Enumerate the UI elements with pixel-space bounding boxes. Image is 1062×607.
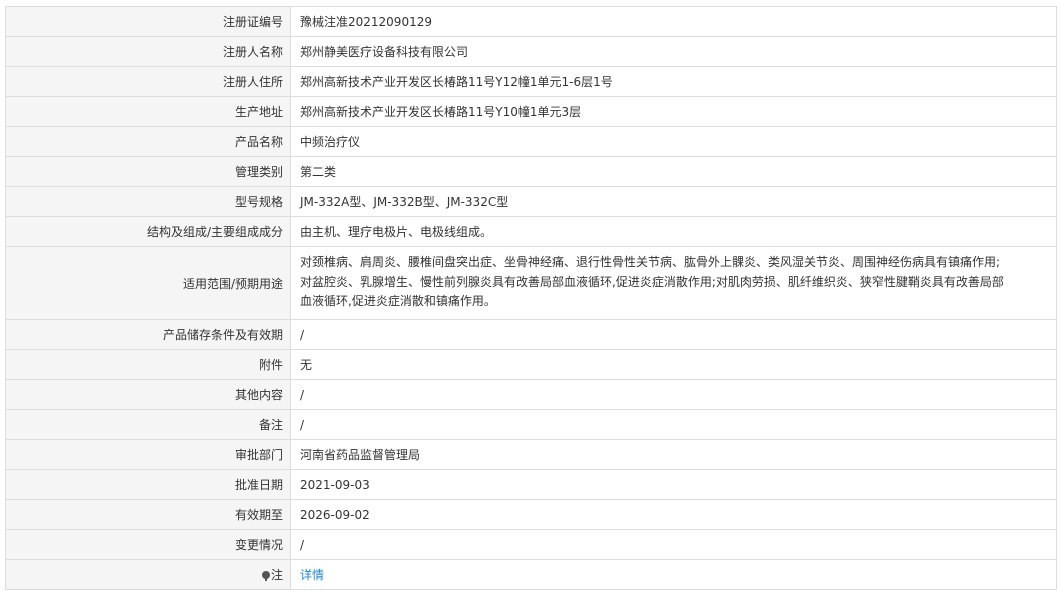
row-value: 无	[290, 349, 1057, 380]
table-row-remarks: 备注 /	[5, 409, 1057, 440]
row-value: 中频治疗仪	[290, 126, 1057, 157]
table-row-attachment: 附件 无	[5, 349, 1057, 380]
row-label: 批准日期	[5, 469, 291, 500]
row-value: /	[290, 379, 1057, 410]
intended-use-line: 对盆腔炎、乳腺增生、慢性前列腺炎具有改善局部血液循环,促进炎症消散作用;对肌肉劳…	[300, 274, 1004, 289]
row-label-note: 注	[5, 559, 291, 590]
table-row-registration-number: 注册证编号 豫械注准20212090129	[5, 6, 1057, 37]
table-row-valid-until: 有效期至 2026-09-02	[5, 499, 1057, 530]
details-link[interactable]: 详情	[300, 568, 324, 582]
note-pin-icon	[261, 570, 270, 581]
row-value: /	[290, 529, 1057, 560]
table-row-model-spec: 型号规格 JM-332A型、JM-332B型、JM-332C型	[5, 186, 1057, 217]
table-row-intended-use: 适用范围/预期用途 对颈椎病、肩周炎、腰椎间盘突出症、坐骨神经痛、退行性骨性关节…	[5, 246, 1057, 320]
row-label: 适用范围/预期用途	[5, 246, 291, 320]
table-row-registrant-address: 注册人住所 郑州高新技术产业开发区长椿路11号Y12幢1单元1-6层1号	[5, 66, 1057, 97]
table-row-registrant-name: 注册人名称 郑州静美医疗设备科技有限公司	[5, 36, 1057, 67]
row-value: 郑州高新技术产业开发区长椿路11号Y12幢1单元1-6层1号	[290, 66, 1057, 97]
row-value: 由主机、理疗电极片、电极线组成。	[290, 216, 1057, 247]
row-label: 注册人名称	[5, 36, 291, 67]
table-row-production-address: 生产地址 郑州高新技术产业开发区长椿路11号Y10幢1单元3层	[5, 96, 1057, 127]
table-row-structure: 结构及组成/主要组成成分 由主机、理疗电极片、电极线组成。	[5, 216, 1057, 247]
row-value: 详情	[290, 559, 1057, 590]
table-row-storage: 产品储存条件及有效期 /	[5, 319, 1057, 350]
row-label: 备注	[5, 409, 291, 440]
row-label: 附件	[5, 349, 291, 380]
row-label: 产品储存条件及有效期	[5, 319, 291, 350]
row-value: 2026-09-02	[290, 499, 1057, 530]
intended-use-line: 血液循环,促进炎症消散和镇痛作用。	[300, 294, 496, 309]
row-label: 有效期至	[5, 499, 291, 530]
row-label: 变更情况	[5, 529, 291, 560]
table-row-change-status: 变更情况 /	[5, 529, 1057, 560]
row-label: 结构及组成/主要组成成分	[5, 216, 291, 247]
row-value: 河南省药品监督管理局	[290, 439, 1057, 470]
table-row-other-content: 其他内容 /	[5, 379, 1057, 410]
row-label: 生产地址	[5, 96, 291, 127]
row-value: 郑州静美医疗设备科技有限公司	[290, 36, 1057, 67]
row-label: 注册证编号	[5, 6, 291, 37]
row-label: 产品名称	[5, 126, 291, 157]
row-value: JM-332A型、JM-332B型、JM-332C型	[290, 186, 1057, 217]
row-value: /	[290, 409, 1057, 440]
table-row-note: 注 详情	[5, 559, 1057, 590]
table-row-approval-date: 批准日期 2021-09-03	[5, 469, 1057, 500]
table-row-product-name: 产品名称 中频治疗仪	[5, 126, 1057, 157]
registration-detail-page: 注册证编号 豫械注准20212090129 注册人名称 郑州静美医疗设备科技有限…	[0, 0, 1062, 607]
row-value: /	[290, 319, 1057, 350]
registration-info-table: 注册证编号 豫械注准20212090129 注册人名称 郑州静美医疗设备科技有限…	[5, 6, 1057, 590]
table-row-approval-dept: 审批部门 河南省药品监督管理局	[5, 439, 1057, 470]
note-label: 注	[270, 568, 283, 582]
table-row-management-category: 管理类别 第二类	[5, 156, 1057, 187]
row-value: 郑州高新技术产业开发区长椿路11号Y10幢1单元3层	[290, 96, 1057, 127]
row-value: 豫械注准20212090129	[290, 6, 1057, 37]
row-label: 管理类别	[5, 156, 291, 187]
row-label: 其他内容	[5, 379, 291, 410]
row-value-multiline: 对颈椎病、肩周炎、腰椎间盘突出症、坐骨神经痛、退行性骨性关节病、肱骨外上髁炎、类…	[290, 246, 1057, 320]
row-value: 第二类	[290, 156, 1057, 187]
row-value: 2021-09-03	[290, 469, 1057, 500]
intended-use-line: 对颈椎病、肩周炎、腰椎间盘突出症、坐骨神经痛、退行性骨性关节病、肱骨外上髁炎、类…	[300, 255, 1001, 270]
row-label: 型号规格	[5, 186, 291, 217]
row-label: 审批部门	[5, 439, 291, 470]
row-label: 注册人住所	[5, 66, 291, 97]
